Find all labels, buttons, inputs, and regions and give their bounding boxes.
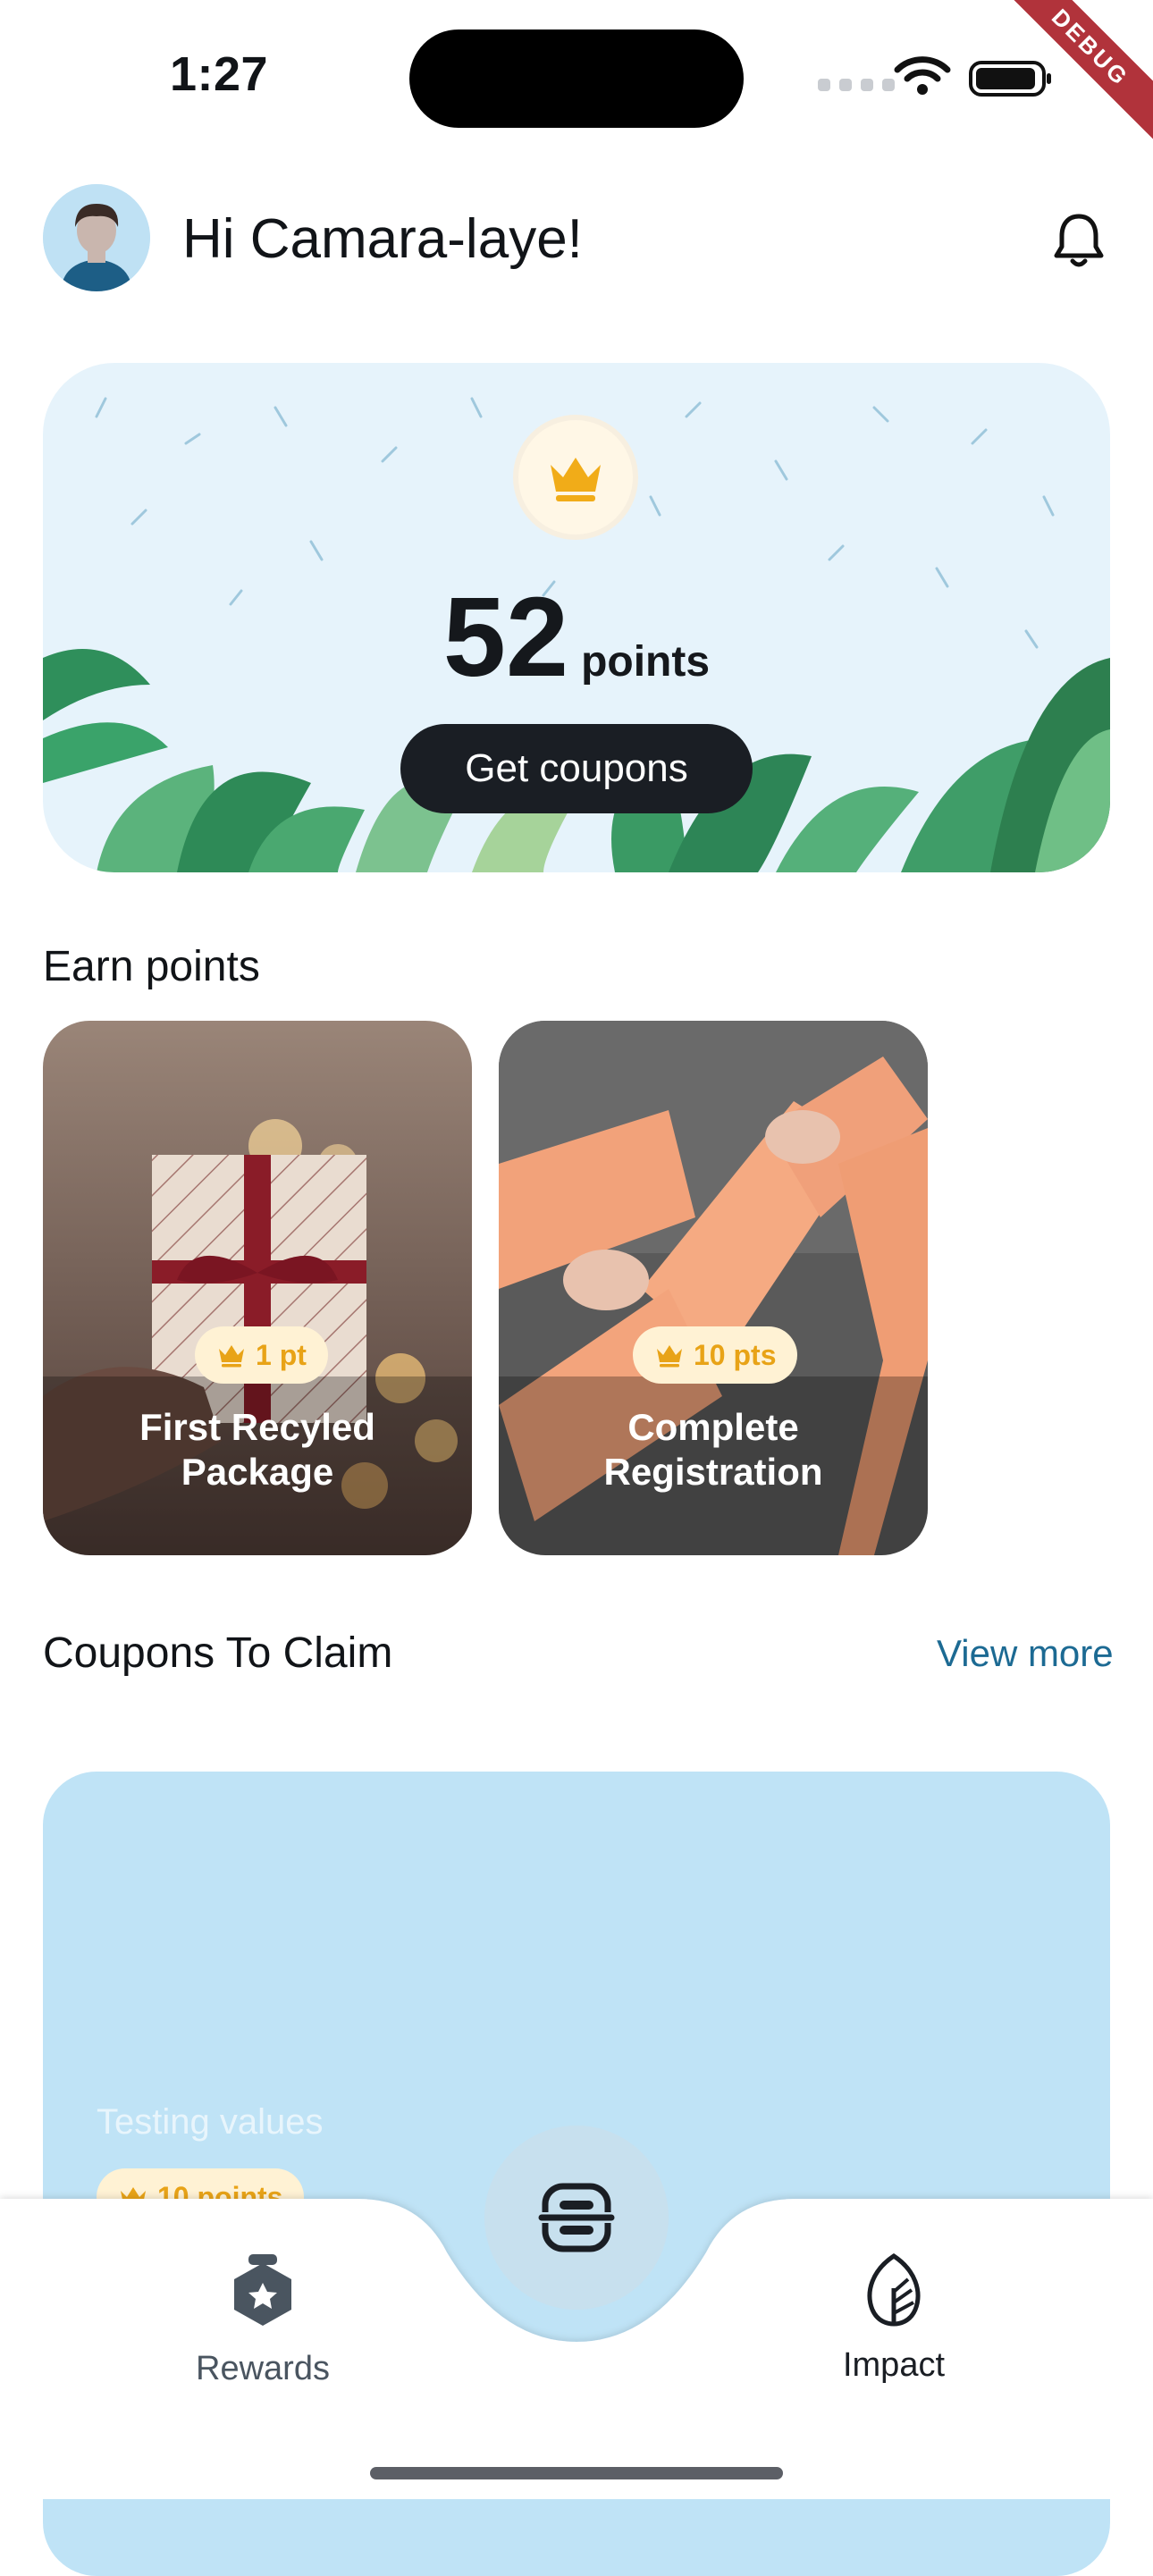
get-coupons-button[interactable]: Get coupons xyxy=(400,724,753,813)
nav-label-impact: Impact xyxy=(842,2346,946,2384)
points-label: points xyxy=(581,638,711,686)
earn-card-title-line2: Registration xyxy=(603,1451,823,1493)
earn-card-registration[interactable]: 10 pts Complete Registration xyxy=(499,1021,928,1555)
avatar[interactable] xyxy=(43,184,150,291)
view-more-link[interactable]: View more xyxy=(937,1632,1114,1675)
earn-card-title: Complete Registration xyxy=(499,1405,928,1494)
wifi-icon xyxy=(894,56,951,95)
leaf-icon xyxy=(867,2252,921,2327)
nav-label-rewards: Rewards xyxy=(196,2350,330,2387)
crown-icon xyxy=(219,1345,244,1368)
earn-points-badge: 1 pt xyxy=(195,1326,328,1384)
coupon-name: Testing values xyxy=(97,2102,324,2142)
points-value: 52 xyxy=(442,574,569,700)
earn-points-value: 10 pts xyxy=(694,1338,777,1371)
bell-icon[interactable] xyxy=(1046,207,1112,274)
signal-icon xyxy=(818,79,895,91)
battery-icon xyxy=(969,61,1051,97)
coupons-title: Coupons To Claim xyxy=(43,1629,393,1677)
earn-card-title-line2: Package xyxy=(181,1451,334,1493)
dynamic-island xyxy=(409,29,744,128)
earn-card-title-line1: First Recyled xyxy=(139,1406,375,1448)
earn-card-title: First Recyled Package xyxy=(43,1405,472,1494)
earn-points-title: Earn points xyxy=(43,943,260,990)
earn-points-badge: 10 pts xyxy=(633,1326,798,1384)
crown-icon xyxy=(657,1345,682,1368)
points-display: 52 points xyxy=(0,572,1153,702)
earn-points-value: 1 pt xyxy=(256,1338,307,1371)
greeting-text: Hi Camara-laye! xyxy=(182,208,583,270)
scan-nav-button[interactable] xyxy=(484,2126,669,2310)
crown-icon xyxy=(551,458,601,501)
earn-card-title-line1: Complete xyxy=(627,1406,799,1448)
scan-icon xyxy=(538,2183,615,2252)
nav-item-impact[interactable]: Impact xyxy=(795,2252,992,2385)
crown-badge xyxy=(518,420,633,535)
home-indicator xyxy=(370,2467,783,2479)
status-time: 1:27 xyxy=(170,47,269,101)
rewards-hexagon-icon xyxy=(234,2254,291,2326)
nav-item-rewards[interactable]: Rewards xyxy=(163,2252,363,2388)
earn-card-first-package[interactable]: 1 pt First Recyled Package xyxy=(43,1021,472,1555)
